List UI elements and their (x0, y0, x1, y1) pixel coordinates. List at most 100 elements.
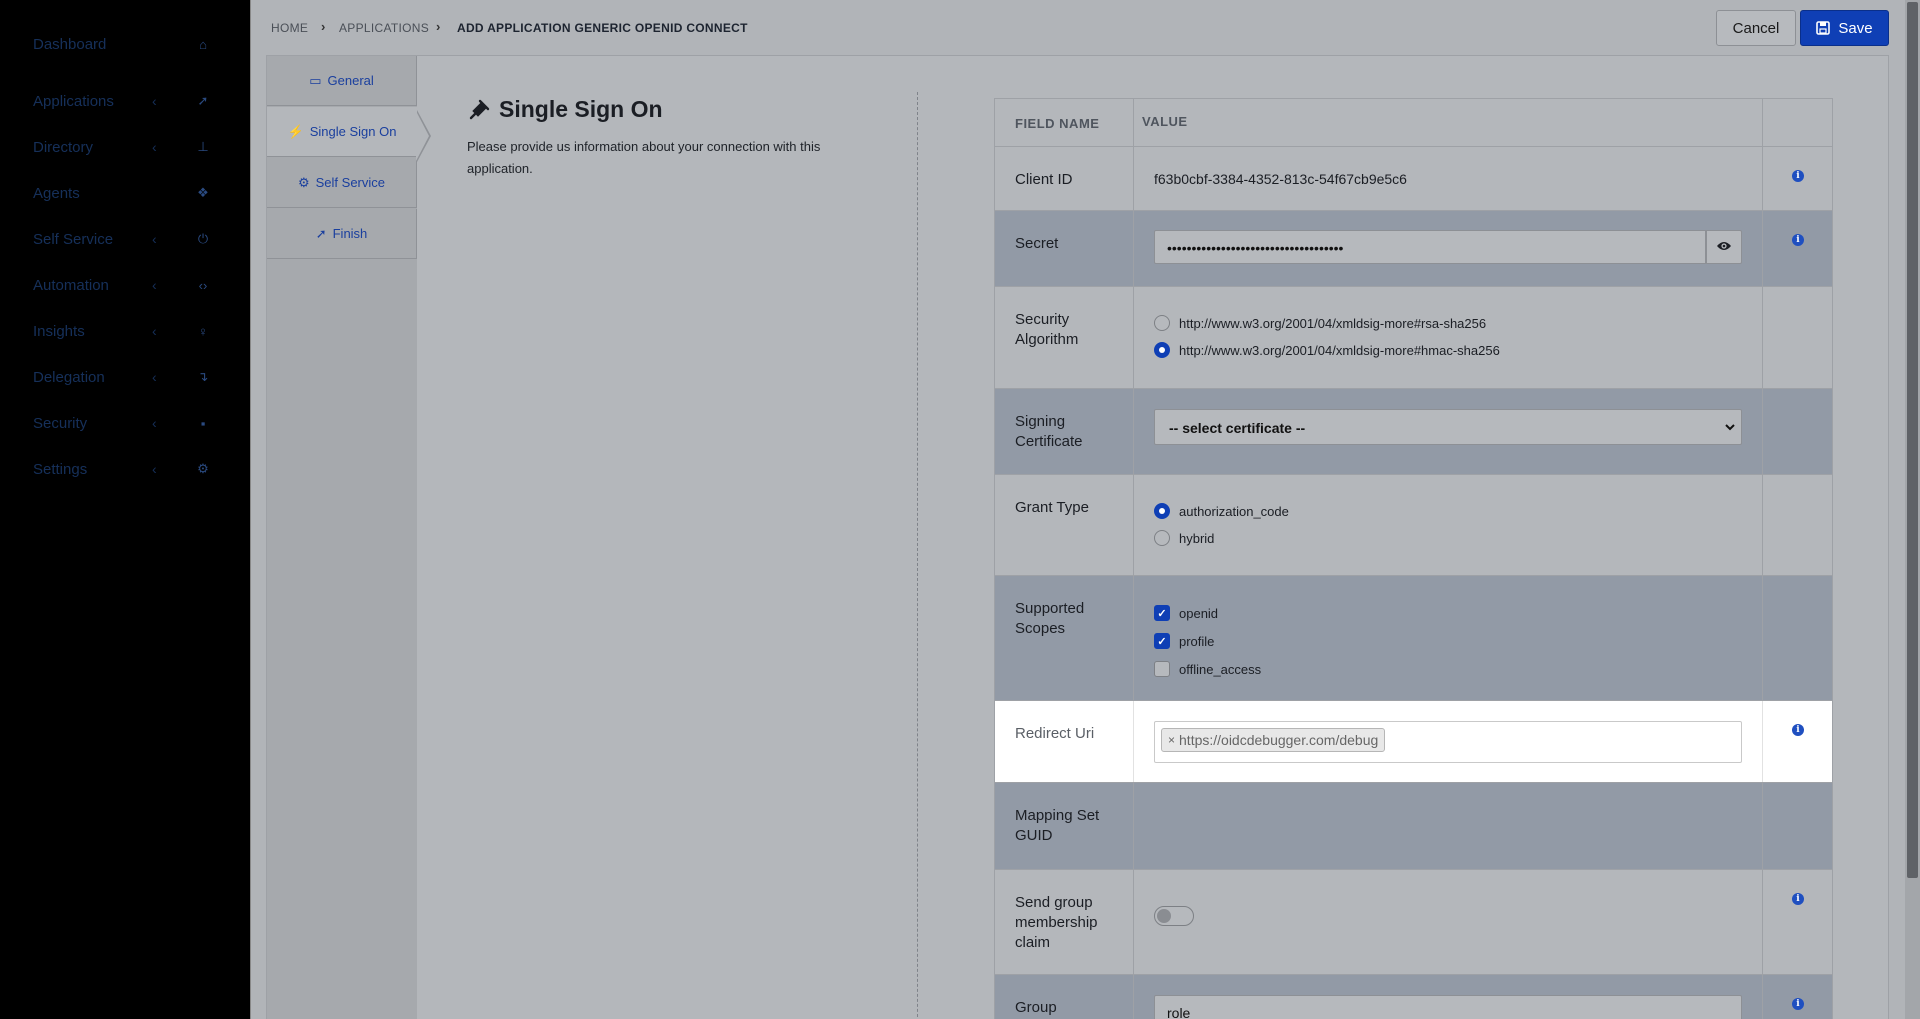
sidebar-item-delegation[interactable]: Delegation ‹ ↴ (0, 354, 250, 400)
table-row-secret: Secret •••••••••••••••••••••••••••••••••… (995, 211, 1832, 287)
field-label: Client ID (995, 147, 1134, 210)
radio-label: http://www.w3.org/2001/04/xmldsig-more#r… (1179, 315, 1487, 331)
lock-icon: ▪ (200, 415, 206, 431)
table-row-group: Group role i (995, 975, 1832, 1019)
info-cell: i (1763, 870, 1832, 974)
radio-authorization-code[interactable]: authorization_code (1154, 503, 1289, 519)
remove-tag-icon[interactable]: × (1168, 733, 1175, 747)
group-input[interactable]: role (1154, 995, 1742, 1019)
tab-general[interactable]: ▭ General (267, 56, 417, 106)
table-row-redirect-uri: Redirect Uri × https://oidcdebugger.com/… (995, 701, 1832, 783)
breadcrumb-applications[interactable]: APPLICATIONS (339, 21, 429, 35)
breadcrumb-home[interactable]: HOME (271, 21, 308, 35)
info-icon[interactable]: i (1792, 234, 1804, 246)
radio-button[interactable] (1154, 530, 1170, 546)
checkbox-profile[interactable]: ✓ profile (1154, 633, 1214, 649)
header-info-cell (1763, 99, 1832, 146)
radio-label: authorization_code (1179, 503, 1289, 519)
info-cell: i (1763, 211, 1832, 286)
eye-icon (1717, 242, 1731, 250)
sidebar-item-automation[interactable]: Automation ‹ ‹› (0, 262, 250, 308)
secret-input[interactable]: •••••••••••••••••••••••••••••••••••• (1154, 230, 1706, 264)
field-label: Grant Type (995, 475, 1134, 575)
scrollbar-thumb[interactable] (1907, 2, 1918, 878)
wizard-tabs: ▭ General ⚡ Single Sign On ⚙ Self Servic… (267, 56, 417, 1019)
radio-label: http://www.w3.org/2001/04/xmldsig-more#h… (1179, 342, 1500, 358)
radio-rsa-sha256[interactable]: http://www.w3.org/2001/04/xmldsig-more#r… (1154, 315, 1486, 331)
tab-single-sign-on[interactable]: ⚡ Single Sign On (267, 107, 417, 157)
sidebar-item-label: Self Service (33, 230, 114, 248)
code-icon: ‹› (198, 277, 208, 293)
field-label: Group (995, 975, 1134, 1019)
tab-self-service[interactable]: ⚙ Self Service (267, 158, 417, 208)
rocket-icon: ➚ (197, 93, 209, 108)
sidebar-item-directory[interactable]: Directory ‹ ⊥ (0, 124, 250, 170)
chevron-left-icon: ‹ (152, 461, 157, 477)
redirect-uri-tag: × https://oidcdebugger.com/debug (1161, 728, 1386, 752)
tab-finish[interactable]: ➚ Finish (267, 209, 417, 259)
sidebar-item-agents[interactable]: Agents ❖ (0, 170, 250, 216)
redirect-uri-tags-input[interactable]: × https://oidcdebugger.com/debug (1154, 721, 1742, 763)
save-button[interactable]: Save (1800, 10, 1889, 46)
save-button-label: Save (1838, 19, 1873, 37)
cancel-button[interactable]: Cancel (1716, 10, 1796, 46)
gear-icon: ⚙ (197, 461, 209, 476)
table-row-mapping-set-guid: Mapping Set GUID (995, 783, 1832, 870)
section-description: Please provide us information about your… (467, 139, 821, 176)
field-label: Secret (995, 211, 1134, 286)
show-secret-button[interactable] (1706, 230, 1742, 264)
sidebar-item-label: Dashboard (33, 35, 107, 53)
radio-hmac-sha256[interactable]: http://www.w3.org/2001/04/xmldsig-more#h… (1154, 342, 1500, 358)
sidebar-item-applications[interactable]: Applications ‹ ➚ (0, 78, 250, 124)
header-field-name: FIELD NAME (995, 99, 1134, 146)
rocket-icon: ➚ (315, 225, 327, 241)
sidebar-item-settings[interactable]: Settings ‹ ⚙ (0, 446, 250, 492)
send-group-claim-toggle[interactable] (1154, 906, 1194, 926)
info-icon[interactable]: i (1792, 170, 1804, 182)
signing-certificate-select[interactable]: -- select certificate -- (1154, 409, 1742, 445)
column-divider (917, 92, 918, 1019)
header-value: VALUE (1134, 99, 1763, 146)
checkbox[interactable] (1154, 661, 1170, 677)
sidebar-item-label: Settings (33, 460, 88, 478)
radio-button[interactable] (1154, 342, 1170, 358)
sidebar-item-self-service[interactable]: Self Service ‹ ⏻ (0, 216, 250, 262)
field-label: Send group membership claim (995, 870, 1134, 974)
info-cell (1763, 389, 1832, 474)
cubes-icon: ❖ (197, 185, 209, 200)
info-cell (1763, 287, 1832, 388)
radio-button[interactable] (1154, 503, 1170, 519)
tab-label: Single Sign On (309, 124, 397, 139)
value-cell: -- select certificate -- (1134, 389, 1763, 474)
field-label: Signing Certificate (995, 389, 1134, 474)
info-icon[interactable]: i (1792, 724, 1804, 736)
select-value: -- select certificate -- (1169, 420, 1306, 436)
info-icon[interactable]: i (1792, 893, 1804, 905)
checkbox-openid[interactable]: ✓ openid (1154, 605, 1218, 621)
checkbox-offline-access[interactable]: offline_access (1154, 661, 1261, 677)
plug-icon: ⚡ (287, 123, 304, 139)
client-id-value: f63b0cbf-3384-4352-813c-54f67cb9e5c6 (1154, 171, 1407, 187)
field-label: Redirect Uri (995, 701, 1134, 782)
info-cell (1763, 783, 1832, 869)
tag-label: https://oidcdebugger.com/debug (1179, 732, 1379, 748)
sidebar-item-security[interactable]: Security ‹ ▪ (0, 400, 250, 446)
home-icon: ⌂ (199, 36, 207, 52)
sidebar-item-dashboard[interactable]: Dashboard ⌂ (0, 21, 250, 67)
value-cell: ✓ openid ✓ profile offline_access (1134, 576, 1763, 700)
checkbox[interactable]: ✓ (1154, 605, 1170, 621)
wizard-card: ▭ General ⚡ Single Sign On ⚙ Self Servic… (266, 55, 1889, 1019)
info-cell: i (1763, 701, 1832, 782)
checkbox-label: profile (1179, 633, 1215, 649)
radio-hybrid[interactable]: hybrid (1154, 530, 1214, 546)
table-row-send-group-claim: Send group membership claim i (995, 870, 1832, 975)
field-label: Supported Scopes (995, 576, 1134, 700)
desktop-icon: ▭ (309, 72, 322, 88)
sidebar-item-insights[interactable]: Insights ‹ ♀ (0, 308, 250, 354)
info-icon[interactable]: i (1792, 998, 1804, 1010)
value-cell: f63b0cbf-3384-4352-813c-54f67cb9e5c6 (1134, 147, 1763, 210)
sidebar-item-label: Security (33, 414, 88, 432)
table-header-row: FIELD NAME VALUE (995, 99, 1832, 147)
radio-button[interactable] (1154, 315, 1170, 331)
checkbox[interactable]: ✓ (1154, 633, 1170, 649)
